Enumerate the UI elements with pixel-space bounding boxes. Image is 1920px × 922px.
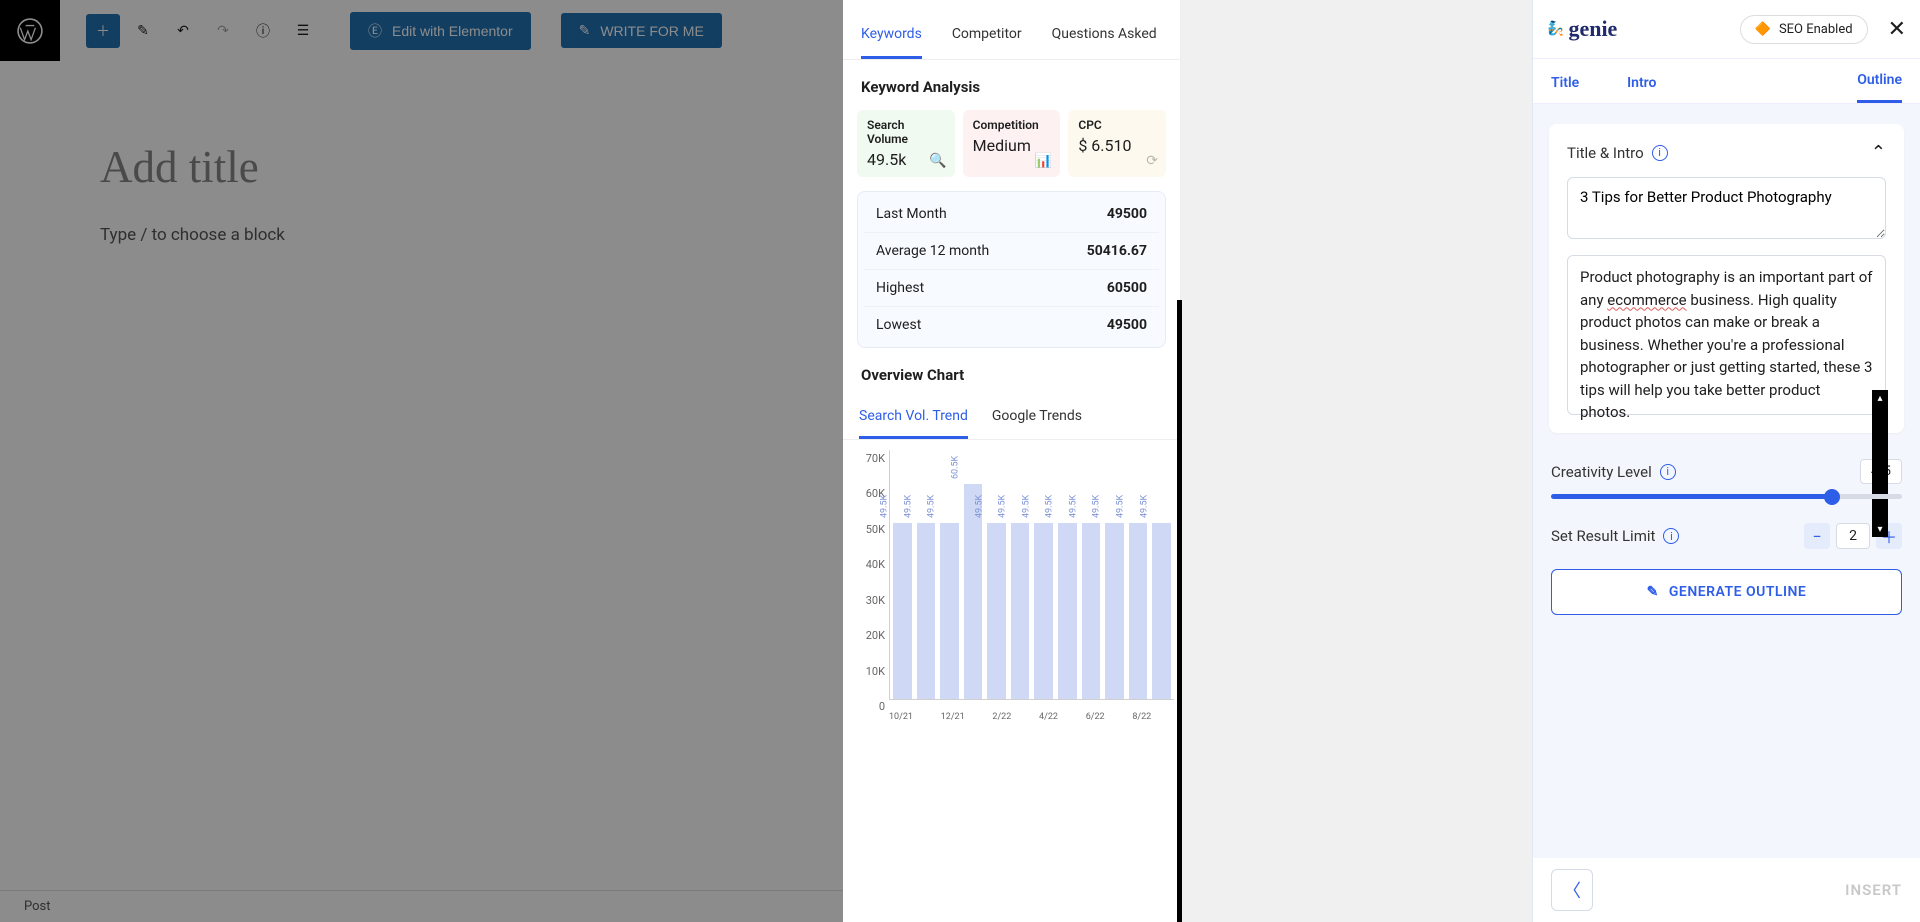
- creativity-row: Creativity Level i 4/5: [1533, 453, 1920, 490]
- undo-icon[interactable]: ↶: [166, 14, 200, 48]
- tab-keywords[interactable]: Keywords: [861, 26, 922, 59]
- chart-bar: 49.5K: [1011, 523, 1030, 699]
- genie-logo-icon: 🧞: [1547, 21, 1564, 37]
- scroll-up-icon[interactable]: ▴: [1872, 390, 1888, 406]
- scrollbar[interactable]: [1177, 300, 1182, 922]
- generate-outline-button[interactable]: ✎GENERATE OUTLINE: [1551, 569, 1902, 615]
- limit-value[interactable]: 2: [1836, 523, 1870, 549]
- metric-row: Highest60500: [864, 269, 1159, 306]
- close-icon[interactable]: ✕: [1888, 17, 1906, 42]
- info-icon[interactable]: ⓘ: [246, 14, 280, 48]
- tab-competitor[interactable]: Competitor: [952, 26, 1022, 59]
- tab-intro[interactable]: Intro: [1627, 75, 1656, 103]
- stat-competition: Competition Medium 📊: [963, 110, 1061, 177]
- stat-cards: Search Volume 49.5k 🔍 Competition Medium…: [843, 110, 1180, 177]
- insert-button[interactable]: INSERT: [1845, 881, 1902, 899]
- info-icon[interactable]: i: [1663, 528, 1679, 544]
- title-input[interactable]: [1567, 177, 1886, 239]
- chart-bar: 49.5K: [1129, 523, 1148, 699]
- genie-header: 🧞 genie 🔶SEO Enabled ✕: [1533, 0, 1920, 58]
- chevron-up-icon[interactable]: ⌃: [1871, 142, 1886, 163]
- chart-bar: 49.5K: [940, 523, 959, 699]
- keyword-panel: Keywords Competitor Questions Asked Keyw…: [843, 0, 1181, 922]
- write-for-me-button[interactable]: ✎WRITE FOR ME: [561, 13, 722, 48]
- refresh-icon: ⟳: [1146, 153, 1158, 169]
- pencil-icon: ✎: [1647, 584, 1659, 600]
- title-intro-card: Title & Intro i ⌃ Product photography is…: [1549, 124, 1904, 433]
- search-icon: 🔍: [929, 153, 946, 169]
- creativity-slider[interactable]: [1533, 490, 1920, 517]
- genie-footer: 〈 INSERT: [1533, 858, 1920, 922]
- footer-status: Post: [24, 899, 51, 914]
- chart-bar: 49.5K: [1034, 523, 1053, 699]
- block-placeholder[interactable]: Type / to choose a block: [100, 225, 743, 245]
- wordpress-logo-icon[interactable]: [0, 0, 60, 61]
- add-block-button[interactable]: ＋: [86, 14, 120, 48]
- metrics-box: Last Month49500Average 12 month50416.67H…: [857, 191, 1166, 348]
- metric-row: Average 12 month50416.67: [864, 232, 1159, 269]
- tab-title[interactable]: Title: [1551, 75, 1579, 103]
- back-button[interactable]: 〈: [1551, 869, 1593, 911]
- seo-pill[interactable]: 🔶SEO Enabled: [1740, 15, 1868, 44]
- stat-cpc: CPC $ 6.510 ⟳: [1068, 110, 1166, 177]
- tab-outline[interactable]: Outline: [1857, 72, 1902, 103]
- info-icon[interactable]: i: [1652, 145, 1668, 161]
- chart-bar: 49.5K: [1105, 523, 1124, 699]
- overview-chart: 70K60K50K40K30K20K10K0 49.5K49.5K49.5K60…: [843, 440, 1180, 730]
- chart-bar: 49.5K: [893, 523, 912, 699]
- edit-icon[interactable]: ✎: [126, 14, 160, 48]
- genie-logo: 🧞 genie: [1547, 16, 1617, 42]
- info-icon[interactable]: i: [1660, 464, 1676, 480]
- chart-bar: 49.5K: [917, 523, 936, 699]
- redo-icon[interactable]: ↷: [206, 14, 240, 48]
- metric-row: Last Month49500: [864, 196, 1159, 232]
- chart-bar: 49.5K: [1058, 523, 1077, 699]
- scroll-down-icon[interactable]: ▾: [1872, 521, 1888, 537]
- genie-panel: 🧞 genie 🔶SEO Enabled ✕ Title Intro Outli…: [1532, 0, 1920, 922]
- outline-icon[interactable]: ☰: [286, 14, 320, 48]
- bar-plot: 49.5K49.5K49.5K60.5K49.5K49.5K49.5K49.5K…: [889, 450, 1174, 700]
- chart-bar: 49.5K: [1082, 523, 1101, 699]
- tab-search-vol[interactable]: Search Vol. Trend: [859, 408, 968, 439]
- seo-badge-icon: 🔶: [1755, 22, 1771, 37]
- card-title: Title & Intro: [1567, 144, 1644, 162]
- chart-tabs: Search Vol. Trend Google Trends: [843, 398, 1180, 440]
- wp-toolbar: ＋ ✎ ↶ ↷ ⓘ ☰ ⒺEdit with Elementor ✎WRITE …: [0, 0, 843, 61]
- tab-questions[interactable]: Questions Asked: [1052, 26, 1157, 59]
- result-limit-row: Set Result Limit i − 2 ＋: [1533, 517, 1920, 555]
- editor-canvas[interactable]: Add title Type / to choose a block: [0, 61, 843, 890]
- chart-bar: 49.5K: [1152, 523, 1171, 699]
- overview-title: Overview Chart: [861, 366, 1180, 384]
- chart-bar: 49.5K: [987, 523, 1006, 699]
- metric-row: Lowest49500: [864, 306, 1159, 343]
- intro-scrollbar[interactable]: ▴ ▾: [1872, 390, 1888, 535]
- tab-google-trends[interactable]: Google Trends: [992, 408, 1082, 439]
- genie-tabs: Title Intro Outline: [1533, 58, 1920, 104]
- keyword-tabs: Keywords Competitor Questions Asked: [843, 0, 1180, 60]
- editor-footer: Post: [0, 890, 843, 922]
- edit-elementor-button[interactable]: ⒺEdit with Elementor: [350, 12, 531, 50]
- decrement-button[interactable]: −: [1804, 523, 1830, 549]
- intro-input[interactable]: Product photography is an important part…: [1567, 255, 1886, 415]
- stat-volume: Search Volume 49.5k 🔍: [857, 110, 955, 177]
- chart-icon: 📊: [1035, 153, 1052, 169]
- section-title: Keyword Analysis: [861, 78, 1180, 96]
- post-title-placeholder[interactable]: Add title: [100, 141, 743, 193]
